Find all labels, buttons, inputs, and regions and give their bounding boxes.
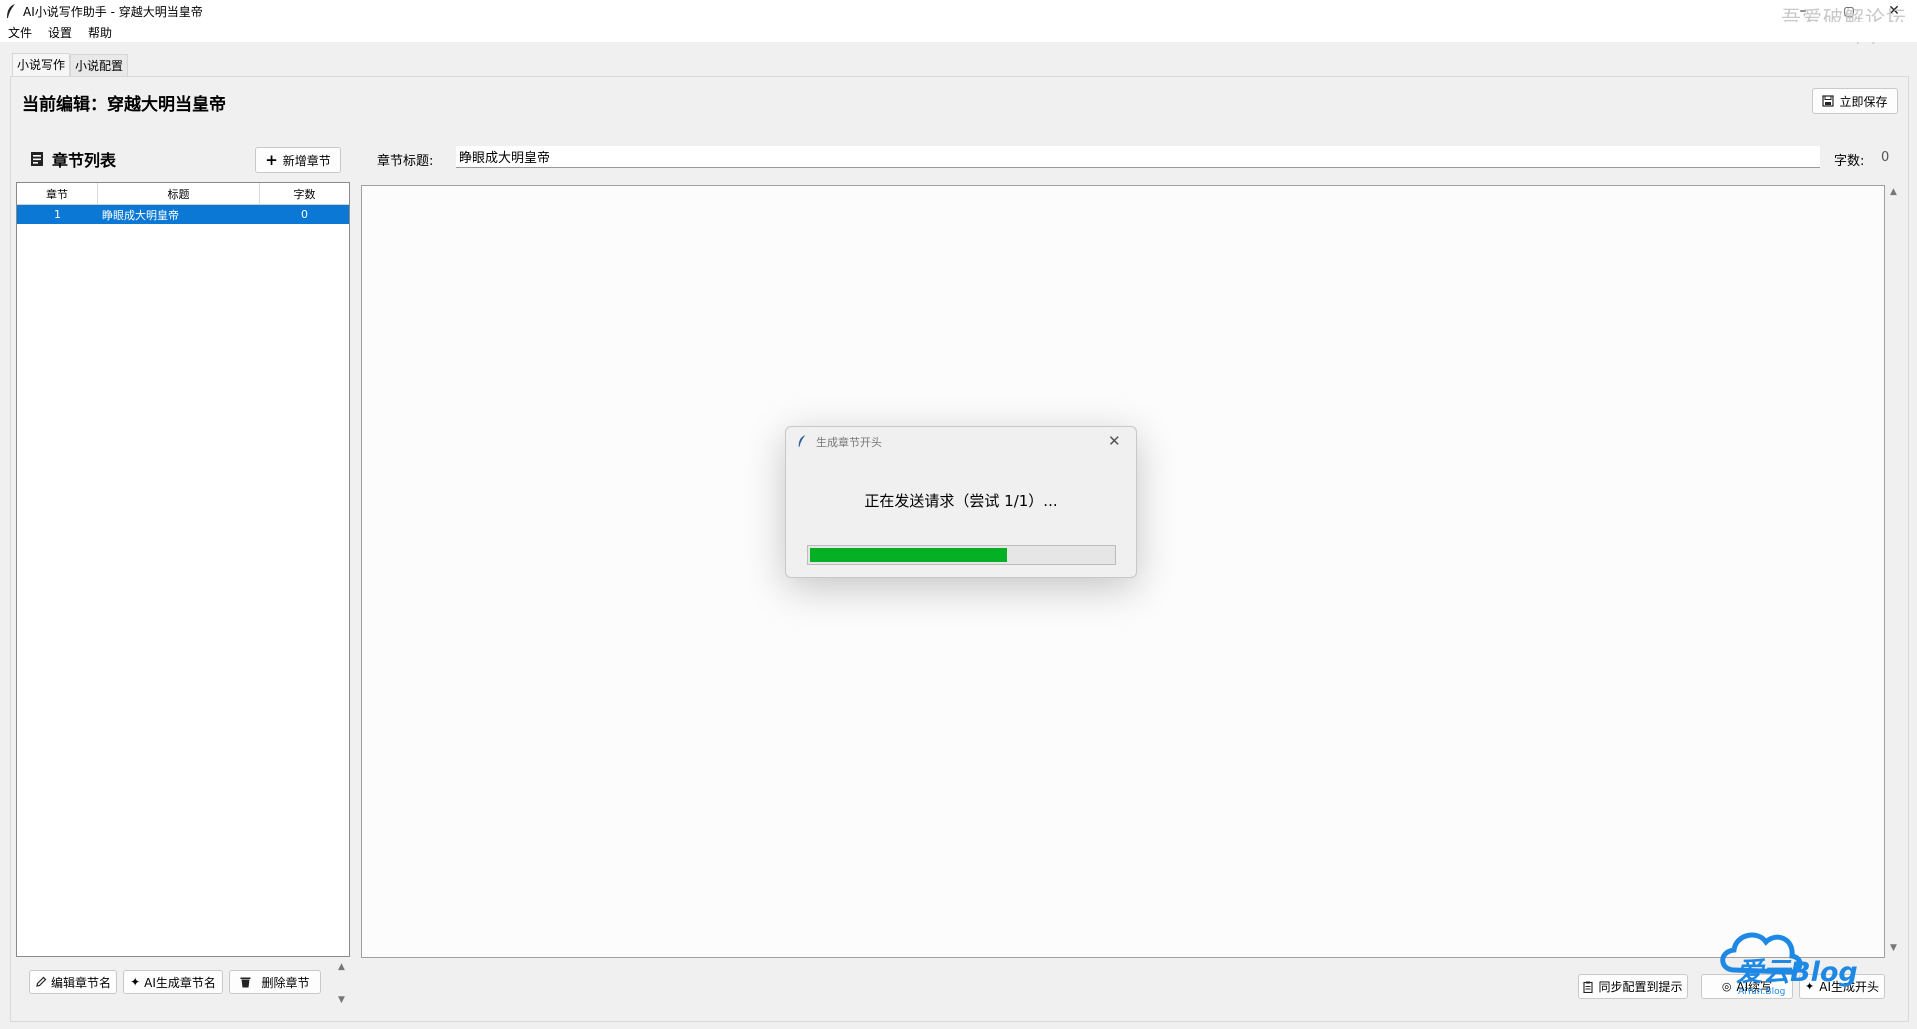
trash-icon (240, 977, 251, 988)
editor-scroll-up-icon[interactable]: ▲ (1890, 187, 1897, 197)
ai-chapter-name-button[interactable]: ✦ AI生成章节名 (123, 970, 223, 994)
delete-chapter-button[interactable]: 删除章节 (229, 970, 321, 994)
word-count-label: 字数: (1834, 154, 1865, 169)
plus-icon: + (265, 150, 278, 169)
menu-settings[interactable]: 设置 (40, 24, 80, 41)
row-word-count: 0 (301, 208, 308, 221)
ai-chapter-name-label: AI生成章节名 (144, 975, 216, 990)
dialog-title: 生成章节开头 (816, 436, 882, 449)
word-count-value: 0 (1881, 150, 1890, 165)
row-chapter-title: 睁眼成大明皇帝 (102, 208, 179, 222)
column-header-title[interactable]: 标题 (98, 183, 260, 204)
document-icon (31, 152, 43, 166)
tab-novel-writing[interactable]: 小说写作 (12, 53, 71, 76)
add-chapter-button[interactable]: + 新增章节 (255, 147, 341, 173)
feather-icon (798, 435, 806, 447)
add-chapter-label: 新增章节 (282, 153, 331, 168)
column-header-chapter[interactable]: 章节 (17, 183, 98, 204)
dialog-titlebar: 生成章节开头 ✕ (786, 427, 1136, 457)
sync-config-label: 同步配置到提示 (1598, 980, 1683, 994)
save-now-button[interactable]: 立即保存 (1812, 88, 1898, 114)
feather-icon (7, 4, 15, 18)
floppy-disk-icon (1822, 95, 1835, 107)
menu-bar: 文件 设置 帮助 (0, 22, 1917, 42)
chapter-table[interactable]: 章节 标题 字数 1 睁眼成大明皇帝 0 (16, 182, 350, 957)
window-titlebar: AI小说写作助手 - 穿越大明当皇帝 – ▢ ✕ (0, 0, 1917, 22)
scroll-down-arrow-icon[interactable]: ▼ (338, 995, 345, 1005)
edit-chapter-name-label: 编辑章节名 (50, 975, 111, 990)
delete-chapter-label: 删除章节 (261, 975, 310, 990)
progress-bar (807, 545, 1116, 565)
progress-bar-fill (810, 548, 1007, 562)
clipboard-icon (1583, 981, 1594, 993)
chapter-title-input[interactable] (456, 146, 1820, 168)
column-header-words[interactable]: 字数 (260, 183, 349, 204)
scroll-up-arrow-icon[interactable]: ▲ (338, 962, 345, 972)
chapter-list-title: 章节列表 (52, 151, 117, 170)
dialog-message: 正在发送请求（尝试 1/1）... (864, 492, 1058, 510)
sync-config-button[interactable]: 同步配置到提示 (1578, 974, 1688, 999)
edit-chapter-name-button[interactable]: 编辑章节名 (29, 970, 117, 994)
chapter-list-heading: 章节列表 (30, 147, 116, 171)
table-row[interactable]: 1 睁眼成大明皇帝 0 (17, 205, 349, 224)
tab-novel-config[interactable]: 小说配置 (70, 54, 129, 76)
menu-help[interactable]: 帮助 (80, 24, 120, 41)
progress-dialog: 生成章节开头 ✕ 正在发送请求（尝试 1/1）... (785, 426, 1137, 578)
sparkle-icon: ✦ (130, 975, 141, 989)
chapter-title-label: 章节标题: (377, 154, 434, 169)
logo-subtext: AiYun.Blog (1738, 987, 1786, 997)
window-title: AI小说写作助手 - 穿越大明当皇帝 (23, 5, 203, 19)
aiyun-blog-logo: 爱云Blog AiYun.Blog (1712, 922, 1892, 1002)
menu-file[interactable]: 文件 (0, 24, 40, 41)
pencil-icon (36, 976, 47, 987)
current-edit-title: 当前编辑：穿越大明当皇帝 (22, 95, 226, 115)
table-header: 章节 标题 字数 (17, 183, 349, 205)
tab-strip: 小说写作 小说配置 (12, 53, 129, 76)
row-chapter-index: 1 (54, 208, 61, 221)
logo-text: 爱云Blog (1736, 957, 1858, 988)
save-now-label: 立即保存 (1839, 94, 1888, 109)
dialog-close-icon[interactable]: ✕ (1108, 432, 1121, 450)
